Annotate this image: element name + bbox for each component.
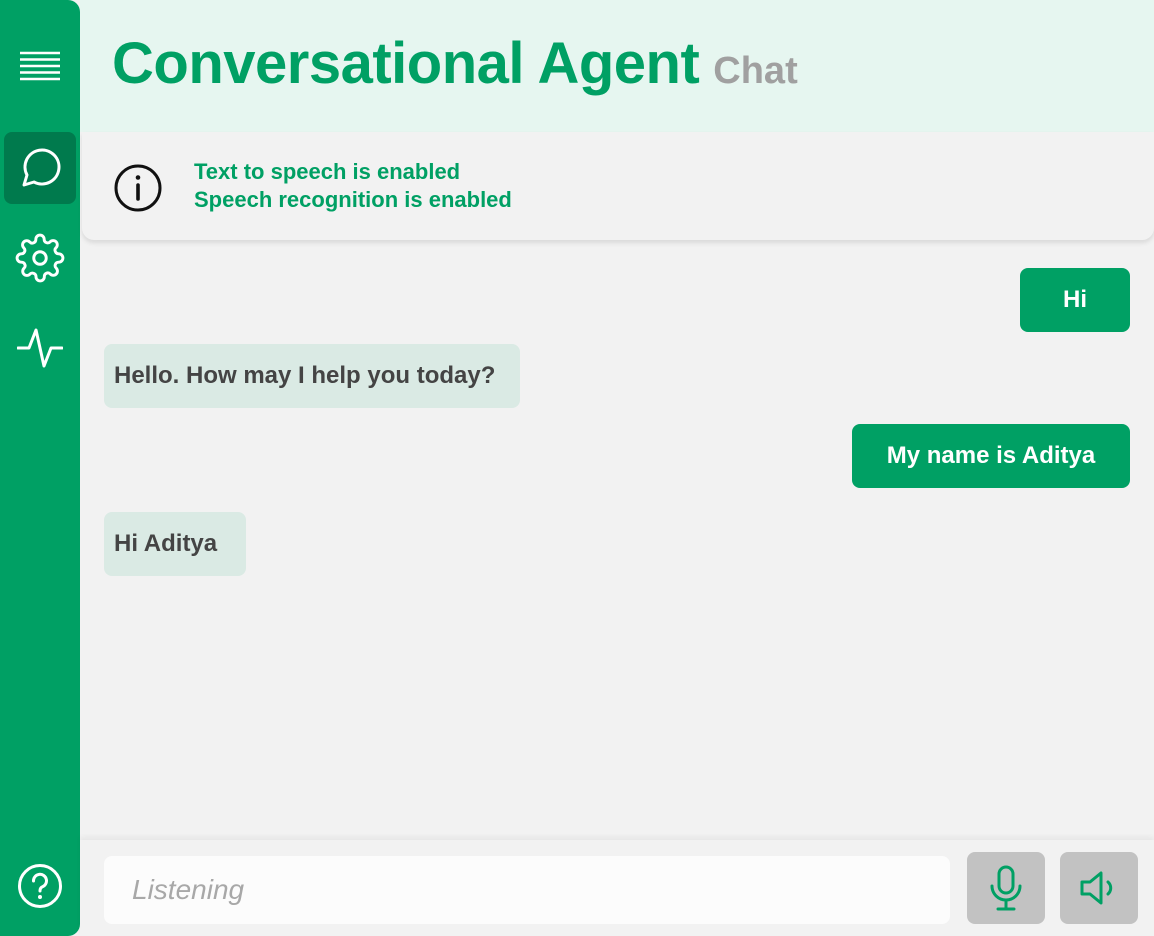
sidebar: [0, 0, 80, 936]
user-message: Hi: [1020, 268, 1130, 332]
page-title: Conversational Agent Chat: [112, 30, 798, 97]
speaker-button[interactable]: [1060, 852, 1138, 924]
chat-bubble-icon: [22, 148, 61, 187]
speech-recognition-status: Speech recognition is enabled: [194, 187, 512, 212]
agent-message: Hi Aditya: [104, 512, 246, 576]
sidebar-item-chat[interactable]: [4, 132, 76, 204]
header: Conversational Agent Chat: [80, 0, 1154, 132]
chat-log: Hi Hello. How may I help you today? My n…: [80, 240, 1154, 840]
status-banner: Text to speech is enabled Speech recogni…: [82, 132, 1154, 240]
speaker-icon: [1080, 871, 1113, 905]
input-bar: [80, 840, 1154, 936]
tts-status: Text to speech is enabled: [194, 159, 461, 184]
info-icon: [114, 164, 162, 212]
menu-button[interactable]: [4, 30, 76, 102]
menu-icon: [20, 51, 60, 81]
help-button[interactable]: [4, 850, 76, 922]
message-input[interactable]: [104, 856, 950, 924]
sidebar-item-activity[interactable]: [4, 312, 76, 384]
page-subtitle: Chat: [713, 50, 798, 92]
sidebar-item-settings[interactable]: [4, 222, 76, 294]
microphone-icon: [990, 865, 1022, 911]
user-message: My name is Aditya: [852, 424, 1130, 488]
help-icon: [18, 864, 62, 908]
microphone-button[interactable]: [967, 852, 1045, 924]
main-panel: Conversational Agent Chat Text to speech …: [80, 0, 1154, 936]
app-title: Conversational Agent: [112, 31, 700, 96]
status-lines: Text to speech is enabled Speech recogni…: [194, 158, 512, 214]
gear-icon: [15, 233, 65, 283]
activity-pulse-icon: [17, 328, 63, 368]
agent-message: Hello. How may I help you today?: [104, 344, 520, 408]
